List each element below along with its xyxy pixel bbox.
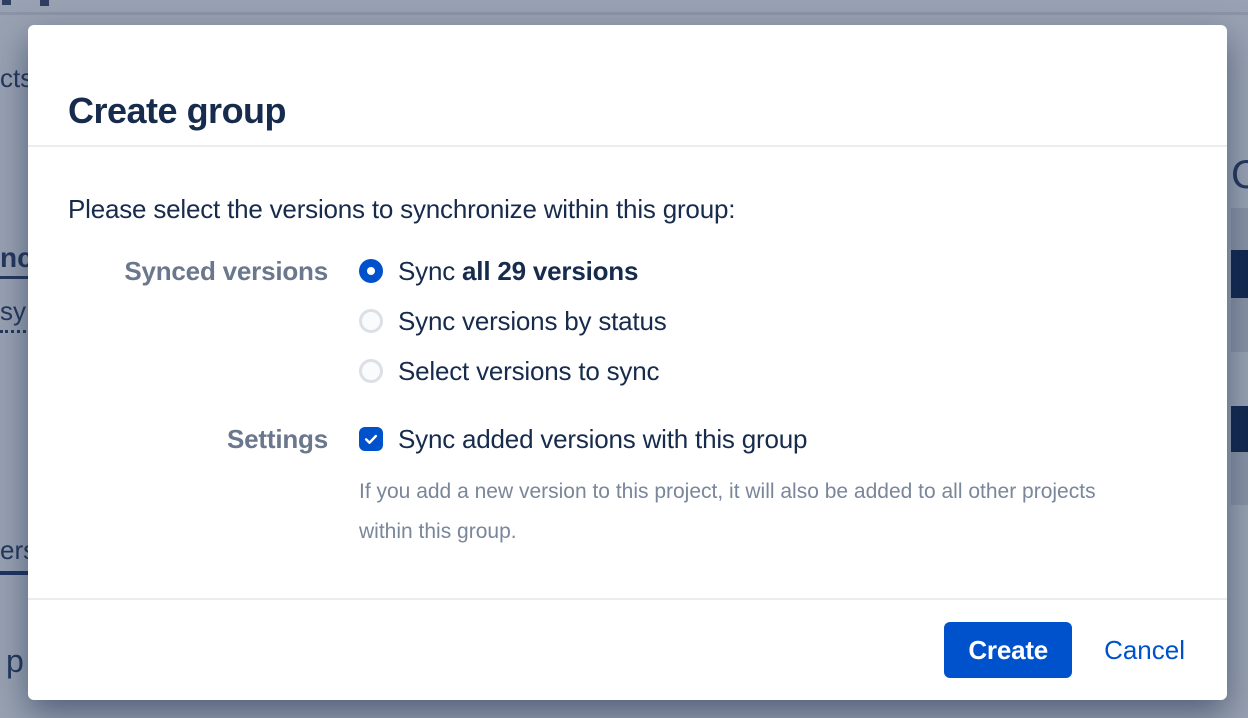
radio-option-label: Select versions to sync xyxy=(398,359,659,383)
checkbox-help-text: If you add a new version to this project… xyxy=(359,472,1114,552)
synced-versions-field: Synced versions Sync all 29 versions Syn… xyxy=(68,259,1187,383)
radio-icon[interactable] xyxy=(359,359,383,383)
radio-label-prefix: Sync xyxy=(398,256,462,286)
synced-versions-label: Synced versions xyxy=(68,259,328,383)
radio-option-label: Sync all 29 versions xyxy=(398,259,638,283)
radio-icon[interactable] xyxy=(359,309,383,333)
dialog-intro-text: Please select the versions to synchroniz… xyxy=(68,193,1187,225)
navbar-divider xyxy=(0,12,1248,15)
checkbox-label: Sync added versions with this group xyxy=(398,427,807,451)
background-dotted-link-fragment: sy xyxy=(0,296,26,333)
synced-versions-radio-group: Sync all 29 versions Sync versions by st… xyxy=(359,259,667,383)
radio-option-sync-by-status[interactable]: Sync versions by status xyxy=(359,309,667,333)
radio-label-bold: all 29 versions xyxy=(462,256,638,286)
create-button[interactable]: Create xyxy=(944,622,1072,678)
dialog-footer: Create Cancel xyxy=(28,598,1227,700)
radio-option-label: Sync versions by status xyxy=(398,309,667,333)
settings-label: Settings xyxy=(68,427,328,452)
settings-control: Sync added versions with this group xyxy=(359,427,807,452)
radio-selected-icon[interactable] xyxy=(359,259,383,283)
checkbox-sync-added-versions[interactable]: Sync added versions with this group xyxy=(359,427,807,451)
background-selected-row xyxy=(1231,250,1248,298)
checkbox-checked-icon[interactable] xyxy=(359,427,383,451)
settings-field: Settings Sync added versions with this g… xyxy=(68,427,1187,452)
background-table-row xyxy=(1231,452,1248,505)
create-group-dialog: Create group Please select the versions … xyxy=(28,25,1227,700)
background-selected-row xyxy=(1231,406,1248,452)
navbar-text-fragment xyxy=(2,0,11,5)
radio-option-sync-all[interactable]: Sync all 29 versions xyxy=(359,259,667,283)
dialog-title: Create group xyxy=(68,90,286,132)
dialog-body: Please select the versions to synchroniz… xyxy=(28,193,1227,552)
checkmark-icon xyxy=(362,430,380,448)
cancel-button[interactable]: Cancel xyxy=(1104,635,1185,666)
dialog-header: Create group xyxy=(28,25,1227,147)
radio-option-select-versions[interactable]: Select versions to sync xyxy=(359,359,667,383)
navbar-text-fragment xyxy=(40,0,49,6)
background-table-row xyxy=(1231,298,1248,352)
background-heading-fragment: C xyxy=(1231,153,1248,198)
background-table-row xyxy=(1231,208,1248,250)
background-text-fragment: p xyxy=(6,643,24,680)
